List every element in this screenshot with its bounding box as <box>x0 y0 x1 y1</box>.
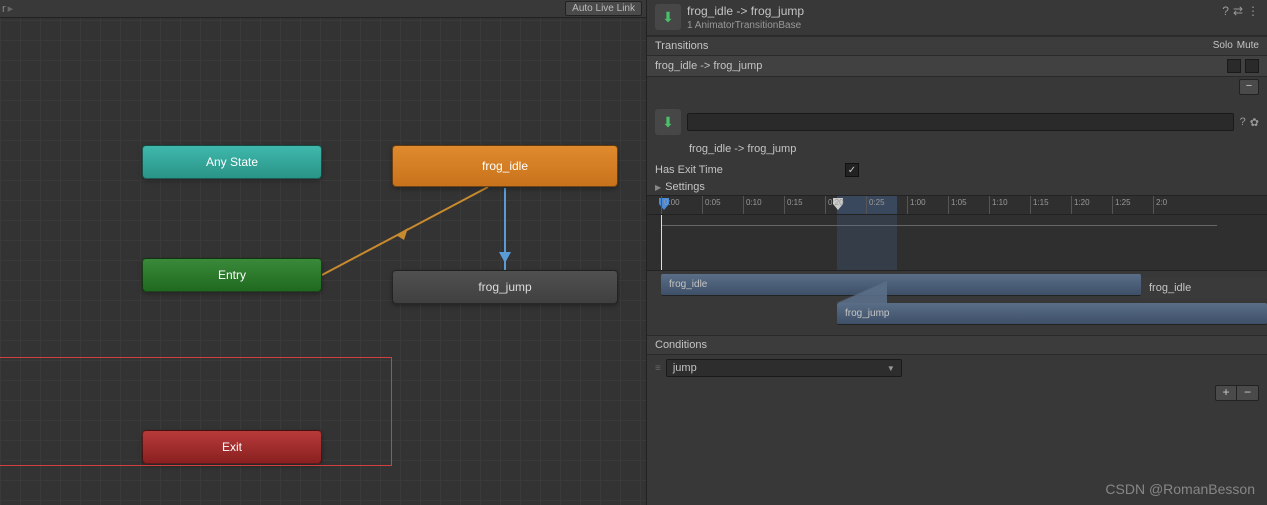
tick: 2:0 <box>1153 196 1167 214</box>
inspector-subtitle: 1 AnimatorTransitionBase <box>687 20 1222 31</box>
has-exit-time-label: Has Exit Time <box>655 164 845 176</box>
destination-clip-bar[interactable]: frog_jump <box>837 303 1267 325</box>
help-icon[interactable]: ? <box>1222 4 1229 18</box>
solo-checkbox[interactable] <box>1227 59 1241 73</box>
gear-icon[interactable]: ✿ <box>1250 116 1259 129</box>
preview-playhead[interactable] <box>661 215 662 270</box>
source-clip-bar-loop[interactable]: frog_idle <box>1141 277 1267 299</box>
tick: 1:20 <box>1071 196 1090 214</box>
node-exit[interactable]: Exit <box>142 430 322 464</box>
timeline-preview[interactable] <box>647 215 1267 271</box>
tick: 1:15 <box>1030 196 1049 214</box>
solo-label: Solo <box>1213 40 1233 52</box>
tick: 1:05 <box>948 196 967 214</box>
settings-foldout[interactable]: ▶ Settings <box>647 179 1267 195</box>
auto-live-link-button[interactable]: Auto Live Link <box>565 1 642 16</box>
transition-item-label: frog_idle -> frog_jump <box>655 60 1223 72</box>
has-exit-time-row: Has Exit Time ✓ <box>647 161 1267 179</box>
transition-remove-row: − <box>647 77 1267 97</box>
drag-handle-icon[interactable]: ≡ <box>655 363 660 374</box>
node-frog-jump[interactable]: frog_jump <box>392 270 618 304</box>
condition-param-value: jump <box>673 362 697 374</box>
clip-bars: frog_idle frog_idle frog_jump <box>647 271 1267 329</box>
condition-param-dropdown[interactable]: jump ▼ <box>666 359 902 377</box>
mute-checkbox[interactable] <box>1245 59 1259 73</box>
menu-icon[interactable]: ⋮ <box>1247 4 1259 18</box>
remove-transition-button[interactable]: − <box>1239 79 1259 95</box>
condition-row: ≡ jump ▼ <box>647 355 1267 381</box>
transitions-header: Transitions Solo Mute <box>647 36 1267 56</box>
inspector-header: ⬇ frog_idle -> frog_jump 1 AnimatorTrans… <box>647 0 1267 36</box>
graph-toolbar: r ▸ Auto Live Link <box>0 0 646 18</box>
foldout-arrow-icon: ▶ <box>655 183 661 192</box>
add-condition-button[interactable]: + <box>1215 385 1237 401</box>
inspector-title: frog_idle -> frog_jump <box>687 4 1222 18</box>
node-frog-idle[interactable]: frog_idle <box>392 145 618 187</box>
tick: 0:20 <box>825 196 844 214</box>
conditions-add-remove: + − <box>647 381 1267 405</box>
transitions-label: Transitions <box>655 40 708 52</box>
mute-label: Mute <box>1237 40 1259 52</box>
graph-connections <box>0 0 646 505</box>
tick: 0:15 <box>784 196 803 214</box>
preview-track-line <box>661 225 1217 226</box>
breadcrumb[interactable]: r <box>2 3 6 15</box>
conditions-header: Conditions <box>647 335 1267 355</box>
blend-wedge <box>837 281 887 303</box>
tick: 0:05 <box>702 196 721 214</box>
preset-icon[interactable]: ⇄ <box>1233 4 1243 18</box>
tick: 0:00 <box>661 196 680 214</box>
transition-name-label: frog_idle -> frog_jump <box>647 141 1267 161</box>
tick: 0:10 <box>743 196 762 214</box>
timeline-ruler[interactable]: 0:00 0:05 0:10 0:15 0:20 0:25 1:00 1:05 … <box>647 195 1267 215</box>
node-entry[interactable]: Entry <box>142 258 322 292</box>
source-clip-bar[interactable]: frog_idle <box>661 274 1141 296</box>
tick: 0:25 <box>866 196 885 214</box>
tick: 1:10 <box>989 196 1008 214</box>
transition-name-row: ⬇ ? ✿ <box>647 103 1267 141</box>
has-exit-time-checkbox[interactable]: ✓ <box>845 163 859 177</box>
transition-icon-small: ⬇ <box>655 109 681 135</box>
preview-transition-region <box>837 215 897 270</box>
transition-list-item[interactable]: frog_idle -> frog_jump <box>647 56 1267 77</box>
animator-graph[interactable]: r ▸ Auto Live Link Any State Entry frog_… <box>0 0 646 505</box>
tick: 1:25 <box>1112 196 1131 214</box>
help-icon-small[interactable]: ? <box>1240 116 1246 129</box>
tick: 1:00 <box>907 196 926 214</box>
breadcrumb-arrow-icon: ▸ <box>8 2 14 15</box>
chevron-down-icon: ▼ <box>887 364 895 373</box>
node-any-state[interactable]: Any State <box>142 145 322 179</box>
transition-icon: ⬇ <box>655 4 681 30</box>
remove-condition-button[interactable]: − <box>1237 385 1259 401</box>
inspector-panel: ⬇ frog_idle -> frog_jump 1 AnimatorTrans… <box>646 0 1267 505</box>
watermark: CSDN @RomanBesson <box>1105 481 1255 497</box>
transition-name-input[interactable] <box>687 113 1234 131</box>
settings-label: Settings <box>665 181 705 193</box>
